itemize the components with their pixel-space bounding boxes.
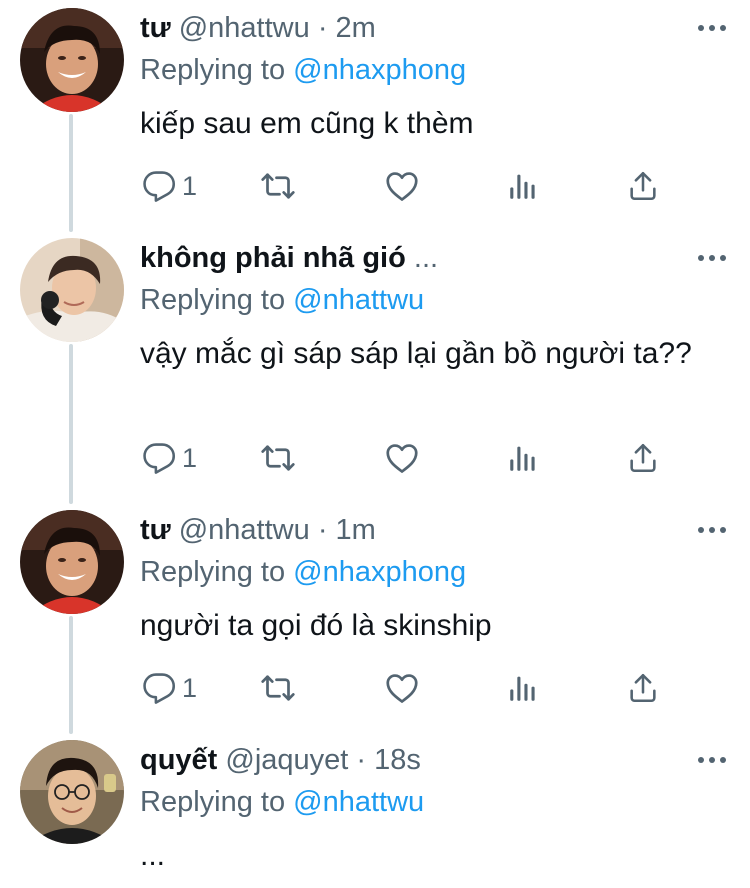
separator-dot: · (356, 744, 367, 776)
separator-dot: · (317, 514, 328, 546)
author-name[interactable]: không phải nhã gió (140, 242, 406, 274)
retweet-button[interactable] (260, 438, 296, 478)
avatar[interactable] (20, 8, 124, 112)
tweet-text: vậy mắc gì sáp sáp lại gần bồ người ta?? (140, 337, 692, 370)
replying-to-mention[interactable]: @nhattwu (293, 284, 424, 316)
share-button[interactable] (626, 166, 660, 206)
replying-to-prefix: Replying to (140, 556, 286, 588)
reply-icon (142, 671, 176, 705)
author-name[interactable]: tư (140, 514, 171, 546)
retweet-icon (260, 440, 296, 476)
reply-button[interactable]: 1 (142, 668, 197, 708)
reply-count: 1 (182, 673, 198, 703)
replying-to: Replying to @nhattwu (140, 782, 424, 822)
replying-to-mention[interactable]: @nhaxphong (293, 54, 466, 86)
replying-to: Replying to @nhaxphong (140, 552, 466, 592)
tweet-actions: 1 (140, 438, 680, 478)
reply-icon (142, 441, 176, 475)
replying-to: Replying to @nhattwu (140, 280, 424, 320)
more-options-icon[interactable] (692, 740, 732, 780)
tweet-actions: 1 (140, 668, 680, 708)
share-button[interactable] (626, 438, 660, 478)
author-name[interactable]: tư (140, 12, 171, 44)
tweet-actions: 1 (140, 166, 680, 206)
author-name[interactable]: quyết (140, 744, 217, 776)
replying-to-mention[interactable]: @nhaxphong (293, 556, 466, 588)
analytics-button[interactable] (506, 438, 540, 478)
share-icon (626, 441, 660, 475)
retweet-button[interactable] (260, 166, 296, 206)
like-button[interactable] (384, 668, 420, 708)
replying-to: Replying to @nhaxphong (140, 50, 466, 90)
timestamp[interactable]: 1m (336, 514, 376, 546)
retweet-icon (260, 670, 296, 706)
analytics-icon (506, 441, 540, 475)
replying-to-prefix: Replying to (140, 284, 286, 316)
retweet-icon (260, 168, 296, 204)
author-handle[interactable]: @jaquyet (225, 744, 348, 776)
share-icon (626, 671, 660, 705)
like-button[interactable] (384, 166, 420, 206)
timestamp[interactable]: 18s (374, 744, 421, 776)
analytics-button[interactable] (506, 166, 540, 206)
analytics-icon (506, 671, 540, 705)
replying-to-prefix: Replying to (140, 54, 286, 86)
replying-to-prefix: Replying to (140, 786, 286, 818)
reply-count: 1 (182, 171, 198, 201)
replying-to-mention[interactable]: @nhattwu (293, 786, 424, 818)
thread-line (69, 616, 73, 734)
author-handle[interactable]: @nhattwu (179, 12, 310, 44)
reply-icon (142, 169, 176, 203)
more-options-icon[interactable] (692, 510, 732, 550)
analytics-icon (506, 169, 540, 203)
reply-button[interactable]: 1 (142, 166, 197, 206)
like-icon (384, 168, 420, 204)
reply-count: 1 (182, 443, 198, 473)
avatar[interactable] (20, 238, 124, 342)
thread-line (69, 114, 73, 232)
avatar[interactable] (20, 740, 124, 844)
author-name-truncation: ... (413, 242, 439, 274)
like-icon (384, 440, 420, 476)
avatar[interactable] (20, 510, 124, 614)
author-handle[interactable]: @nhattwu (179, 514, 310, 546)
thread-line (69, 344, 73, 504)
more-options-icon[interactable] (692, 238, 732, 278)
tweet-text: người ta gọi đó là skinship (140, 609, 492, 642)
tweet-text: ... (140, 839, 166, 872)
like-icon (384, 670, 420, 706)
timestamp[interactable]: 2m (336, 12, 376, 44)
like-button[interactable] (384, 438, 420, 478)
tweet-text: kiếp sau em cũng k thèm (140, 107, 474, 140)
share-button[interactable] (626, 668, 660, 708)
analytics-button[interactable] (506, 668, 540, 708)
separator-dot: · (317, 12, 328, 44)
share-icon (626, 169, 660, 203)
retweet-button[interactable] (260, 668, 296, 708)
more-options-icon[interactable] (692, 8, 732, 48)
reply-button[interactable]: 1 (142, 438, 197, 478)
